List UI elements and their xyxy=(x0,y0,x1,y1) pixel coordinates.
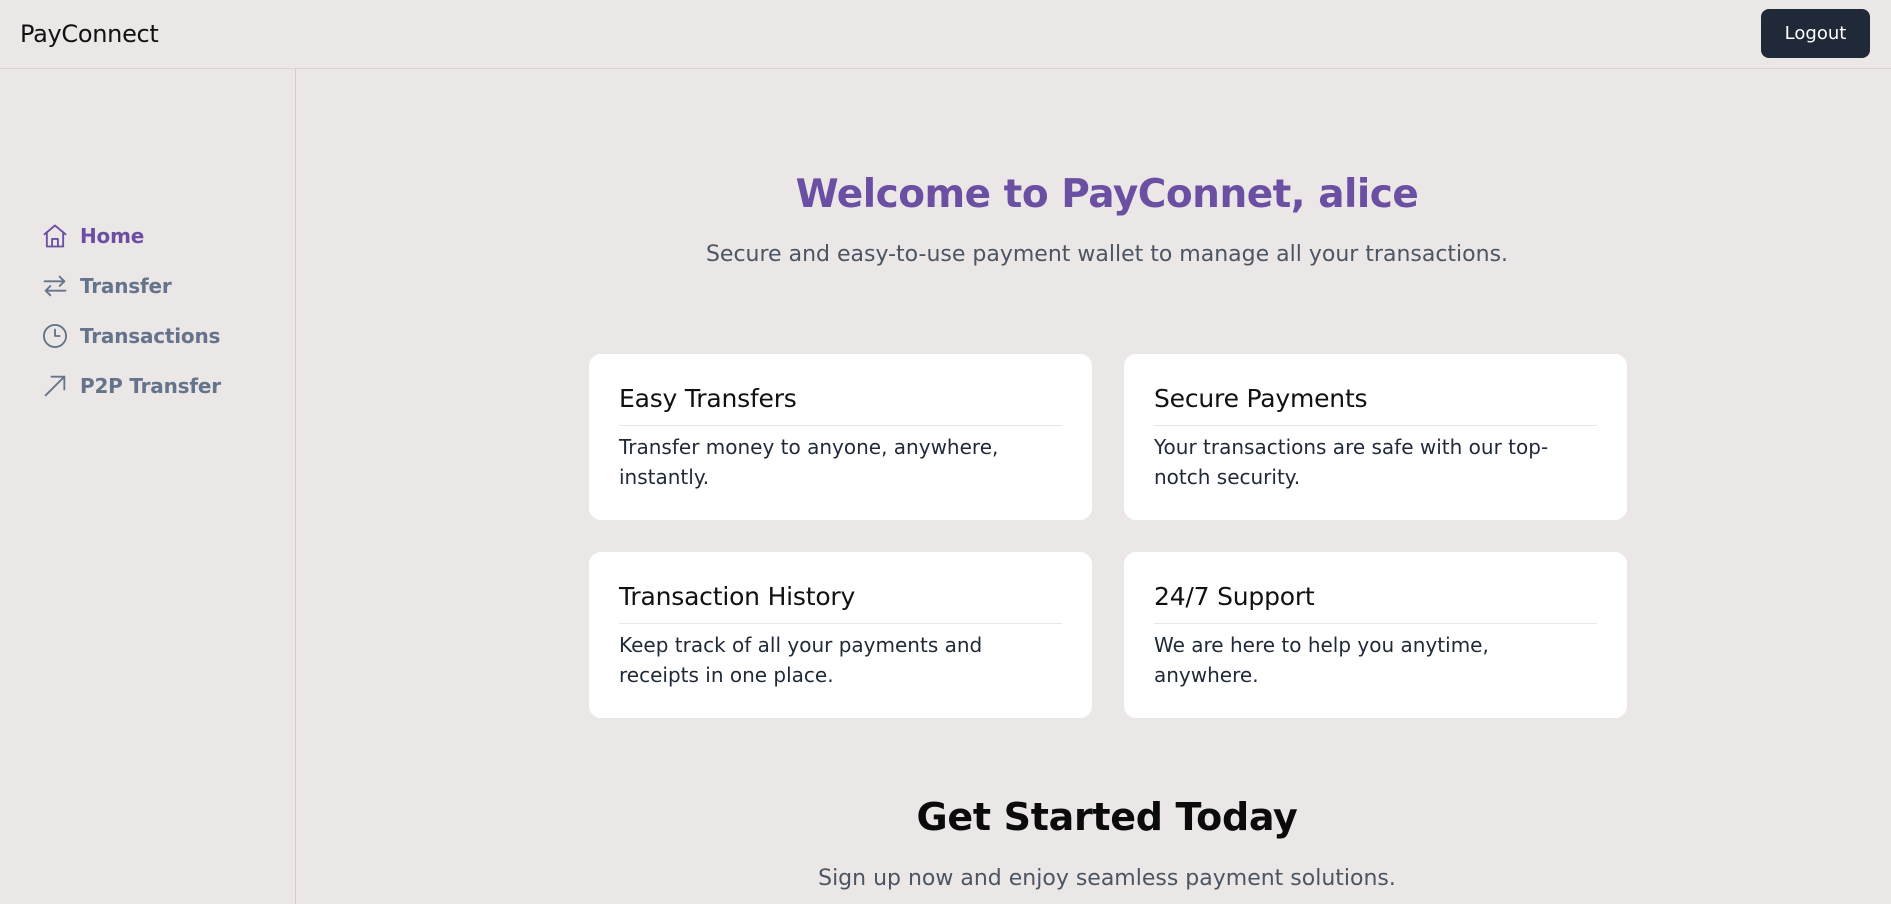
feature-card-easy-transfers: Easy Transfers Transfer money to anyone,… xyxy=(589,354,1092,520)
feature-card-transaction-history: Transaction History Keep track of all yo… xyxy=(589,552,1092,718)
main-content: Welcome to PayConnet, alice Secure and e… xyxy=(297,69,1891,904)
sidebar-item-label: Transactions xyxy=(80,324,221,348)
top-navbar: PayConnect Logout xyxy=(0,0,1891,69)
card-description: We are here to help you anytime, anywher… xyxy=(1154,633,1489,687)
sidebar-item-p2p-transfer[interactable]: P2P Transfer xyxy=(41,369,221,403)
sidebar: Home Transfer Transactions P2P Transfer xyxy=(0,69,296,904)
welcome-heading: Welcome to PayConnet, alice xyxy=(795,172,1419,217)
sidebar-item-label: P2P Transfer xyxy=(80,374,221,398)
cta-text: Sign up now and enjoy seamless payment s… xyxy=(818,866,1396,891)
card-description: Keep track of all your payments and rece… xyxy=(619,633,983,687)
feature-card-support: 24/7 Support We are here to help you any… xyxy=(1124,552,1627,718)
card-title: Easy Transfers xyxy=(619,384,1062,426)
home-icon xyxy=(41,222,69,250)
arrow-up-right-icon xyxy=(41,372,69,400)
card-title: 24/7 Support xyxy=(1154,582,1597,624)
sidebar-item-home[interactable]: Home xyxy=(41,219,144,253)
brand-logo-text[interactable]: PayConnect xyxy=(20,20,159,48)
sidebar-item-label: Home xyxy=(80,224,145,248)
sidebar-item-transactions[interactable]: Transactions xyxy=(41,319,220,353)
clock-icon xyxy=(41,322,69,350)
cta-heading: Get Started Today xyxy=(916,795,1298,839)
card-title: Secure Payments xyxy=(1154,384,1597,426)
welcome-subtitle: Secure and easy-to-use payment wallet to… xyxy=(705,242,1509,267)
sidebar-item-transfer[interactable]: Transfer xyxy=(41,269,172,303)
arrows-left-right-icon xyxy=(41,272,69,300)
card-description: Transfer money to anyone, anywhere, inst… xyxy=(619,435,999,489)
sidebar-item-label: Transfer xyxy=(80,274,172,298)
card-title: Transaction History xyxy=(619,582,1062,624)
feature-card-secure-payments: Secure Payments Your transactions are sa… xyxy=(1124,354,1627,520)
logout-button[interactable]: Logout xyxy=(1761,9,1870,58)
card-description: Your transactions are safe with our top-… xyxy=(1154,435,1549,489)
